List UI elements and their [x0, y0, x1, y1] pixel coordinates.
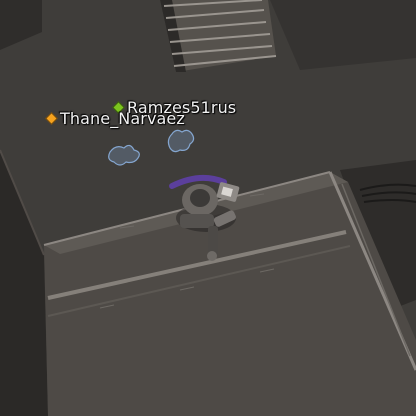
game-viewport[interactable]: Ramzes51rus Thane_Narvaez [0, 0, 416, 416]
player-nameplate: Thane_Narvaez [45, 109, 185, 128]
game-world [0, 0, 416, 416]
player-name: Thane_Narvaez [60, 109, 185, 128]
player-marker-icon [45, 112, 58, 125]
